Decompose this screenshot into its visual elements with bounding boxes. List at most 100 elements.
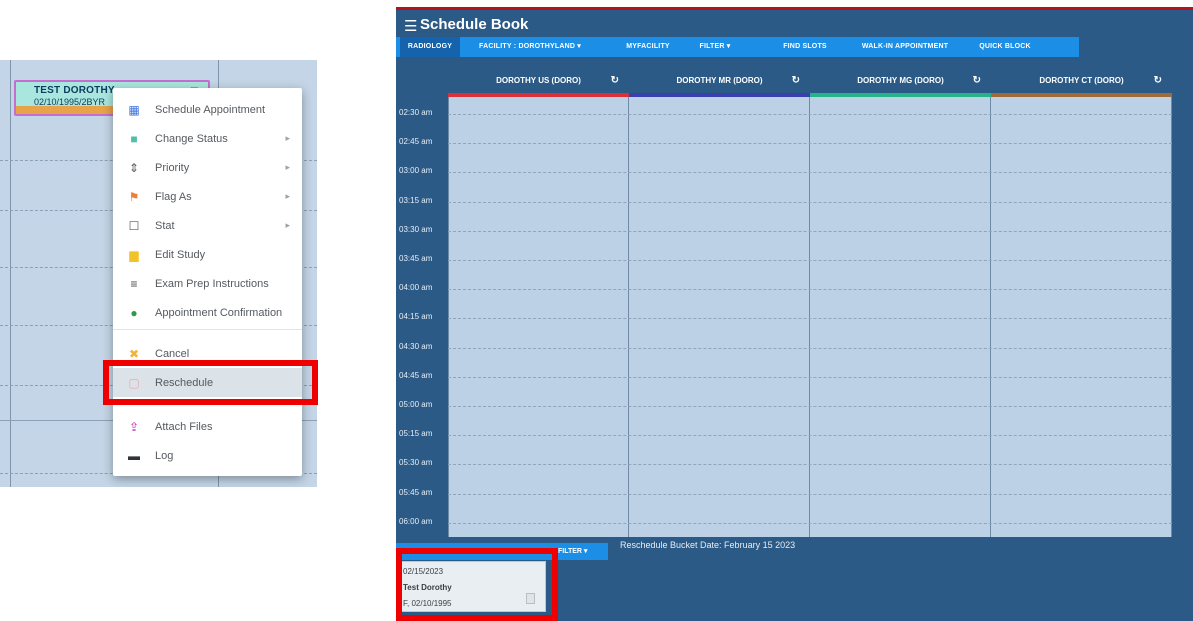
time-label: 03:00 am xyxy=(399,166,433,176)
time-label: 04:00 am xyxy=(399,283,433,293)
refresh-icon[interactable]: ↻ xyxy=(973,70,981,92)
menu-item-label: Stat xyxy=(155,219,175,232)
nav-tab-radiology[interactable]: RADIOLOGY xyxy=(400,37,460,57)
time-slot-line xyxy=(448,143,1172,145)
appointment-name: TEST DOROTHY xyxy=(34,85,115,96)
time-label: 05:15 am xyxy=(399,429,433,439)
time-label: 02:45 am xyxy=(399,137,433,147)
time-column: 02:30 am 02:45 am 03:00 am 03:15 am 03:30 am… xyxy=(396,70,448,537)
highlight-box xyxy=(396,548,558,621)
menu-item-label: Change Status xyxy=(155,132,228,145)
menu-item-label: Flag As xyxy=(155,190,192,203)
column-divider xyxy=(448,97,449,537)
time-slot-line xyxy=(448,201,1172,203)
page-title: Schedule Book xyxy=(420,16,529,33)
column-divider xyxy=(990,97,991,537)
menu-item-change-status[interactable]: ■ Change Status ▸ xyxy=(113,124,302,153)
resource-color-bar xyxy=(810,93,991,97)
menu-item-label: Priority xyxy=(155,161,190,174)
check-circle-icon: ● xyxy=(130,305,138,320)
time-slot-line xyxy=(448,172,1172,174)
app-header: ☰ Schedule Book xyxy=(396,10,1193,40)
schedule-grid: 02:30 am 02:45 am 03:00 am 03:15 am 03:30 am… xyxy=(396,70,1172,537)
time-slot-line xyxy=(448,435,1172,437)
log-box-icon: ▬ xyxy=(128,448,140,463)
time-label: 04:45 am xyxy=(399,370,433,380)
time-slot-line xyxy=(448,230,1172,232)
menu-item-label: Appointment Confirmation xyxy=(155,306,283,319)
time-label: 03:45 am xyxy=(399,254,433,263)
column-divider xyxy=(1171,97,1172,537)
menu-item-log[interactable]: ▬ Log xyxy=(113,441,302,470)
resource-color-bar xyxy=(629,93,810,97)
submenu-arrow-icon: ▸ xyxy=(285,191,290,201)
menu-item-schedule-appointment[interactable]: ▦ Schedule Appointment xyxy=(113,95,302,124)
highlight-box xyxy=(103,360,318,405)
menu-item-stat[interactable]: ☐ Stat ▸ xyxy=(113,211,302,240)
resource-color-bar xyxy=(448,93,629,97)
column-divider xyxy=(10,60,11,487)
time-label: 05:45 am xyxy=(399,487,433,497)
resource-column-label: DOROTHY MR (DORO) xyxy=(676,76,763,85)
nav-tab-filter[interactable]: FILTER ▾ xyxy=(690,37,740,57)
resource-color-bar xyxy=(991,93,1172,97)
menu-item-label: Schedule Appointment xyxy=(155,103,266,116)
column-divider xyxy=(628,97,629,537)
refresh-icon[interactable]: ↻ xyxy=(1154,70,1162,92)
resource-column-header[interactable]: DOROTHY CT (DORO) ↻ xyxy=(991,70,1172,97)
time-label: 06:00 am xyxy=(399,516,433,526)
menu-item-label: Edit Study xyxy=(155,248,206,261)
submenu-arrow-icon: ▸ xyxy=(285,133,290,143)
refresh-icon[interactable]: ↻ xyxy=(611,70,619,92)
time-label: 04:30 am xyxy=(399,341,433,351)
bed-icon: ≡ xyxy=(130,276,138,291)
nav-bar: RADIOLOGY FACILITY : DOROTHYLAND ▾ MYFACIL… xyxy=(396,37,1079,57)
submenu-arrow-icon: ▸ xyxy=(285,220,290,230)
menu-item-exam-prep-instructions[interactable]: ≡ Exam Prep Instructions xyxy=(113,269,302,298)
resource-column-label: DOROTHY US (DORO) xyxy=(496,76,581,85)
time-slot-line xyxy=(448,522,1172,524)
schedule-book: ☰ Schedule Book RADIOLOGY FACILITY : DORO… xyxy=(396,7,1193,621)
time-label: 03:30 am xyxy=(399,224,433,234)
refresh-icon[interactable]: ↻ xyxy=(792,70,800,92)
nav-tab-walk-in-appointment[interactable]: WALK-IN APPOINTMENT xyxy=(846,37,964,57)
menu-item-label: Cancel xyxy=(155,347,190,360)
resource-header-row: DOROTHY US (DORO) ↻ DOROTHY MR (DORO) ↻ DORO… xyxy=(448,70,1172,97)
hamburger-menu-icon[interactable]: ☰ xyxy=(404,17,417,35)
nav-tab-myfacility[interactable]: MYFACILITY xyxy=(613,37,683,57)
time-label: 02:30 am xyxy=(399,108,433,117)
calendar-icon: ▦ xyxy=(128,102,140,117)
time-slot-line xyxy=(448,318,1172,320)
menu-item-appointment-confirmation[interactable]: ● Appointment Confirmation xyxy=(113,298,302,327)
time-slot-line xyxy=(448,114,1172,115)
submenu-arrow-icon: ▸ xyxy=(285,162,290,172)
resource-column-header[interactable]: DOROTHY US (DORO) ↻ xyxy=(448,70,629,97)
time-slot-line xyxy=(448,493,1172,495)
time-label: 04:15 am xyxy=(399,312,433,322)
resource-column-label: DOROTHY MG (DORO) xyxy=(857,76,944,85)
menu-item-label: Attach Files xyxy=(155,420,213,433)
column-divider xyxy=(809,97,810,537)
menu-item-priority[interactable]: ⇕ Priority ▸ xyxy=(113,153,302,182)
time-slot-line xyxy=(448,260,1172,261)
context-menu: ▦ Schedule Appointment ■ Change Status ▸ ⇕ Pri… xyxy=(113,88,302,476)
time-slot-line xyxy=(448,347,1172,349)
resource-column-header[interactable]: DOROTHY MG (DORO) ↻ xyxy=(810,70,991,97)
menu-item-label: Exam Prep Instructions xyxy=(155,277,269,290)
resource-column-label: DOROTHY CT (DORO) xyxy=(1039,76,1124,85)
nav-tab-quick-block[interactable]: QUICK BLOCK xyxy=(975,37,1035,57)
time-slot-line xyxy=(448,406,1172,407)
nav-tab-find-slots[interactable]: FIND SLOTS xyxy=(775,37,835,57)
menu-item-edit-study[interactable]: ▆ Edit Study xyxy=(113,240,302,269)
resource-column-header[interactable]: DOROTHY MR (DORO) ↻ xyxy=(629,70,810,97)
flag-icon: ⚑ xyxy=(128,189,140,204)
time-slot-line xyxy=(448,289,1172,291)
time-slot-line xyxy=(448,464,1172,466)
menu-item-flag-as[interactable]: ⚑ Flag As ▸ xyxy=(113,182,302,211)
time-label: 05:00 am xyxy=(399,400,433,409)
nav-tab-facility-dorothyland[interactable]: FACILITY : DOROTHYLAND ▾ xyxy=(466,37,594,57)
edit-document-icon: ▆ xyxy=(129,247,139,262)
menu-item-label: Log xyxy=(155,449,174,462)
menu-item-attach-files[interactable]: ⇪ Attach Files xyxy=(113,412,302,441)
status-square-icon: ■ xyxy=(130,131,138,146)
